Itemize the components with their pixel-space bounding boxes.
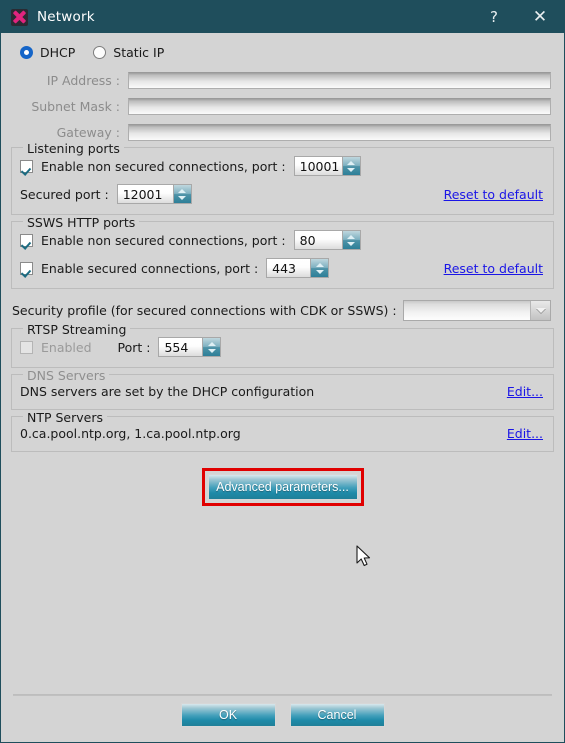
subnet-mask-input[interactable] <box>128 97 551 115</box>
dialog-content: DHCP Static IP IP Address : Subnet Mask … <box>1 33 564 690</box>
radio-static-ip-label[interactable]: Static IP <box>113 45 164 60</box>
spinner-listening-non-secured-port-value[interactable]: 10001 <box>293 156 342 176</box>
listening-ports-group: Listening ports Enable non secured conne… <box>11 141 554 215</box>
subnet-mask-label: Subnet Mask : <box>31 98 120 114</box>
ntp-servers-text: 0.ca.pool.ntp.org, 1.ca.pool.ntp.org <box>20 425 241 441</box>
spinner-ssws-non-secured-port[interactable]: 80 <box>293 230 361 250</box>
ssws-http-ports-reset-link[interactable]: Reset to default <box>444 261 545 276</box>
checkbox-rtsp-enabled[interactable] <box>20 340 33 354</box>
listening-ports-reset-link[interactable]: Reset to default <box>444 187 545 202</box>
security-profile-select[interactable] <box>402 300 551 321</box>
checkbox-listening-non-secured[interactable] <box>20 159 33 173</box>
spinner-down-icon[interactable] <box>347 167 356 172</box>
advanced-parameters-button[interactable]: Advanced parameters... <box>207 474 358 500</box>
radio-static-ip[interactable] <box>93 46 107 59</box>
ntp-servers-row: 0.ca.pool.ntp.org, 1.ca.pool.ntp.org Edi… <box>20 423 545 443</box>
spinner-down-icon[interactable] <box>207 348 216 353</box>
spinner-up-icon[interactable] <box>347 160 356 165</box>
listening-non-secured-row: Enable non secured connections, port : 1… <box>20 154 545 178</box>
chevron-down-icon[interactable] <box>530 301 550 320</box>
spinner-ssws-secured-buttons[interactable] <box>310 258 330 278</box>
ip-address-label: IP Address : <box>46 72 120 88</box>
security-profile-row: Security profile (for secured connection… <box>11 295 554 324</box>
checkbox-ssws-non-secured-label[interactable]: Enable non secured connections, port : <box>41 233 286 248</box>
close-icon[interactable]: ✕ <box>516 1 564 33</box>
ip-mode-radio-group: DHCP Static IP <box>11 33 554 69</box>
ip-address-row: IP Address : <box>20 69 554 91</box>
dialog-footer: OK Cancel <box>1 690 564 742</box>
ssws-non-secured-row: Enable non secured connections, port : 8… <box>20 228 545 252</box>
spinner-down-icon[interactable] <box>178 195 187 200</box>
title-bar: Network ? ✕ <box>1 1 564 33</box>
spinner-ssws-secured-port[interactable]: 443 <box>266 258 330 278</box>
spinner-up-icon[interactable] <box>347 234 356 239</box>
footer-separator <box>13 694 552 696</box>
spinner-rtsp-buttons[interactable] <box>202 337 222 357</box>
static-ip-fields: IP Address : Subnet Mask : Gateway : <box>11 69 554 143</box>
spinner-up-icon[interactable] <box>178 188 187 193</box>
mouse-cursor <box>356 545 371 567</box>
window-controls: ? ✕ <box>472 1 564 33</box>
spinner-ssws-non-secured-buttons[interactable] <box>341 230 361 250</box>
spinner-listening-non-secured-buttons[interactable] <box>341 156 361 176</box>
spinner-ssws-non-secured-port-value[interactable]: 80 <box>293 230 342 250</box>
gateway-row: Gateway : <box>20 121 554 143</box>
ssws-http-ports-group: SSWS HTTP ports Enable non secured conne… <box>11 215 554 289</box>
spinner-up-icon[interactable] <box>315 262 324 267</box>
checkbox-listening-non-secured-label[interactable]: Enable non secured connections, port : <box>41 159 286 174</box>
ok-button[interactable]: OK <box>180 703 276 727</box>
spinner-listening-secured-port[interactable]: 12001 <box>116 184 192 204</box>
spinner-listening-secured-buttons[interactable] <box>172 184 192 204</box>
checkbox-ssws-non-secured[interactable] <box>20 233 33 247</box>
help-button[interactable]: ? <box>472 1 516 33</box>
ssws-secured-row: Enable secured connections, port : 443 R… <box>20 256 545 280</box>
radio-dhcp-label[interactable]: DHCP <box>40 45 75 60</box>
window-title: Network <box>37 9 95 25</box>
spinner-down-icon[interactable] <box>347 241 356 246</box>
cancel-button[interactable]: Cancel <box>289 703 385 727</box>
secured-port-label: Secured port : <box>20 186 109 202</box>
rtsp-port-label: Port : <box>117 339 151 355</box>
checkbox-rtsp-enabled-label: Enabled <box>41 339 92 355</box>
checkbox-ssws-secured[interactable] <box>20 261 33 275</box>
dns-servers-legend: DNS Servers <box>23 368 110 383</box>
gateway-input[interactable] <box>128 123 551 141</box>
radio-dhcp[interactable] <box>20 46 33 59</box>
rtsp-streaming-legend: RTSP Streaming <box>23 322 131 337</box>
ssws-http-ports-legend: SSWS HTTP ports <box>23 215 140 230</box>
spinner-listening-secured-port-value[interactable]: 12001 <box>116 184 173 204</box>
listening-secured-row: Secured port : 12001 Reset to default <box>20 182 545 206</box>
footer-buttons: OK Cancel <box>1 703 564 727</box>
spinner-ssws-secured-port-value[interactable]: 443 <box>266 258 311 278</box>
advanced-parameters-area: Advanced parameters... <box>11 468 554 506</box>
spinner-listening-non-secured-port[interactable]: 10001 <box>293 156 361 176</box>
rtsp-enabled-row: Enabled Port : 554 <box>20 335 545 359</box>
network-dialog-window: Network ? ✕ DHCP Static IP IP Address : … <box>0 0 565 743</box>
dns-servers-group: DNS Servers DNS servers are set by the D… <box>11 368 554 410</box>
ntp-servers-legend: NTP Servers <box>23 410 108 425</box>
ntp-servers-edit-link[interactable]: Edit... <box>507 426 545 441</box>
spinner-up-icon[interactable] <box>207 341 216 346</box>
gateway-label: Gateway : <box>56 124 120 140</box>
dns-servers-edit-link[interactable]: Edit... <box>507 384 545 399</box>
advanced-parameters-highlight: Advanced parameters... <box>201 468 364 506</box>
spinner-rtsp-port[interactable]: 554 <box>158 337 222 357</box>
ntp-servers-group: NTP Servers 0.ca.pool.ntp.org, 1.ca.pool… <box>11 410 554 452</box>
ip-address-input[interactable] <box>128 71 551 89</box>
app-network-icon <box>11 8 28 26</box>
listening-ports-legend: Listening ports <box>23 141 124 156</box>
checkbox-ssws-secured-label[interactable]: Enable secured connections, port : <box>41 261 258 276</box>
rtsp-streaming-group: RTSP Streaming Enabled Port : 554 <box>11 322 554 368</box>
dns-servers-row: DNS servers are set by the DHCP configur… <box>20 381 545 401</box>
spinner-rtsp-port-value[interactable]: 554 <box>158 337 203 357</box>
subnet-mask-row: Subnet Mask : <box>20 95 554 117</box>
security-profile-label: Security profile (for secured connection… <box>12 303 397 318</box>
dns-servers-text: DNS servers are set by the DHCP configur… <box>20 383 315 399</box>
spinner-down-icon[interactable] <box>315 269 324 274</box>
